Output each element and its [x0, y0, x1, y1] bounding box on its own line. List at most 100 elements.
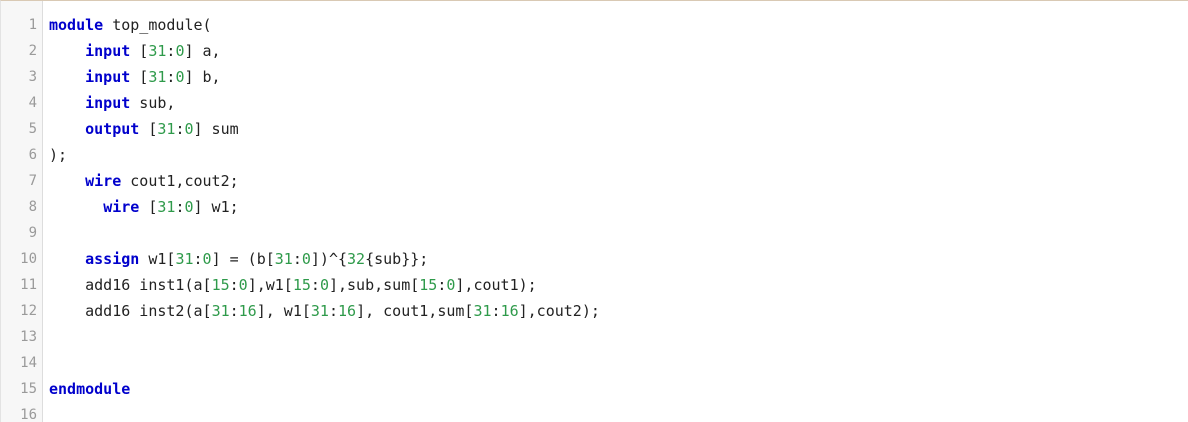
number-token: 31: [310, 302, 329, 320]
line-number: 7: [28, 173, 37, 189]
line-number: 9: [28, 225, 37, 241]
number-token: 0: [301, 250, 311, 268]
number-token: 16: [500, 302, 519, 320]
code-line[interactable]: 4 input sub,: [1, 90, 1188, 116]
number-token: 0: [202, 250, 212, 268]
line-number: 6: [28, 147, 37, 163]
number-token: 31: [148, 68, 167, 86]
text-token: ],sub,sum[: [328, 276, 420, 294]
line-number: 5: [28, 121, 37, 137]
code-line[interactable]: 8 wire [31:0] w1;: [1, 194, 1188, 220]
text-token: sub,: [130, 94, 176, 112]
line-number: 12: [20, 303, 37, 319]
text-token: ],cout2);: [518, 302, 600, 320]
code-line[interactable]: 16: [1, 402, 1188, 422]
code-text[interactable]: wire [31:0] w1;: [49, 194, 239, 220]
code-editor[interactable]: 1 module top_module(2 input [31:0] a, 3 in…: [0, 0, 1188, 422]
line-number: 2: [28, 43, 37, 59]
line-number: 1: [28, 17, 37, 33]
text-token: [: [130, 68, 149, 86]
code-line[interactable]: 3 input [31:0] b,: [1, 64, 1188, 90]
text-token: [: [130, 42, 149, 60]
text-token: :: [193, 250, 203, 268]
code-text[interactable]: output [31:0] sum: [49, 116, 239, 142]
text-token: :: [328, 302, 338, 320]
keyword-token: input: [85, 68, 131, 86]
text-token: :: [491, 302, 501, 320]
text-token: :: [229, 302, 239, 320]
text-token: ], w1[: [256, 302, 311, 320]
text-token: top_module(: [103, 16, 212, 34]
code-line[interactable]: 5 output [31:0] sum: [1, 116, 1188, 142]
text-token: {sub}};: [365, 250, 429, 268]
code-line[interactable]: 7 wire cout1,cout2;: [1, 168, 1188, 194]
code-line[interactable]: 10 assign w1[31:0] = (b[31:0])^{32{sub}}…: [1, 246, 1188, 272]
code-line[interactable]: 2 input [31:0] a,: [1, 38, 1188, 64]
number-token: 31: [175, 250, 194, 268]
text-token: :: [310, 276, 320, 294]
number-token: 31: [148, 42, 167, 60]
number-token: 31: [473, 302, 492, 320]
code-line[interactable]: 1 module top_module(: [1, 12, 1188, 38]
text-token: ] b,: [184, 68, 221, 86]
text-token: ],w1[: [247, 276, 293, 294]
text-token: ] w1;: [193, 198, 239, 216]
keyword-token: input: [85, 94, 131, 112]
code-text[interactable]: input sub,: [49, 90, 175, 116]
code-lines[interactable]: 1 module top_module(2 input [31:0] a, 3 in…: [1, 12, 1188, 422]
keyword-token: input: [85, 42, 131, 60]
code-line[interactable]: 12 add16 inst2(a[31:16], w1[31:16], cout…: [1, 298, 1188, 324]
code-text[interactable]: wire cout1,cout2;: [49, 168, 239, 194]
number-token: 0: [184, 198, 194, 216]
code-line[interactable]: 6);: [1, 142, 1188, 168]
keyword-token: wire: [85, 172, 122, 190]
code-line[interactable]: 14: [1, 350, 1188, 376]
code-line[interactable]: 13: [1, 324, 1188, 350]
line-number: 13: [20, 329, 37, 345]
text-token: ] sum: [193, 120, 239, 138]
number-token: 0: [184, 120, 194, 138]
text-token: :: [229, 276, 239, 294]
keyword-token: output: [85, 120, 140, 138]
number-token: 31: [157, 198, 176, 216]
line-number: 14: [20, 355, 37, 371]
text-token: ] = (b[: [211, 250, 275, 268]
code-text[interactable]: input [31:0] b,: [49, 64, 221, 90]
code-line[interactable]: 15 endmodule: [1, 376, 1188, 402]
number-token: 31: [157, 120, 176, 138]
number-token: 0: [319, 276, 329, 294]
text-token: w1[: [139, 250, 176, 268]
number-token: 15: [292, 276, 311, 294]
keyword-token: endmodule: [49, 380, 131, 398]
code-text[interactable]: assign w1[31:0] = (b[31:0])^{32{sub}};: [49, 246, 428, 272]
line-number: 10: [20, 251, 37, 267]
code-text[interactable]: endmodule: [49, 376, 130, 402]
code-text[interactable]: module top_module(: [49, 12, 212, 38]
text-token: [: [139, 198, 158, 216]
code-line[interactable]: 11 add16 inst1(a[15:0],w1[15:0],sub,sum[…: [1, 272, 1188, 298]
text-token: :: [292, 250, 302, 268]
line-number: 3: [28, 69, 37, 85]
code-text[interactable]: );: [49, 142, 67, 168]
text-token: ] a,: [184, 42, 221, 60]
number-token: 31: [274, 250, 293, 268]
number-token: 15: [419, 276, 438, 294]
text-token: );: [49, 146, 68, 164]
number-token: 0: [238, 276, 248, 294]
code-line[interactable]: 9: [1, 220, 1188, 246]
line-number: 15: [20, 381, 37, 397]
keyword-token: assign: [85, 250, 140, 268]
number-token: 31: [211, 302, 230, 320]
line-number: 4: [28, 95, 37, 111]
code-text[interactable]: add16 inst2(a[31:16], w1[31:16], cout1,s…: [49, 298, 600, 324]
text-token: ])^{: [310, 250, 348, 268]
code-text[interactable]: add16 inst1(a[15:0],w1[15:0],sub,sum[15:…: [49, 272, 537, 298]
code-text[interactable]: input [31:0] a,: [49, 38, 221, 64]
line-number: 11: [20, 277, 37, 293]
